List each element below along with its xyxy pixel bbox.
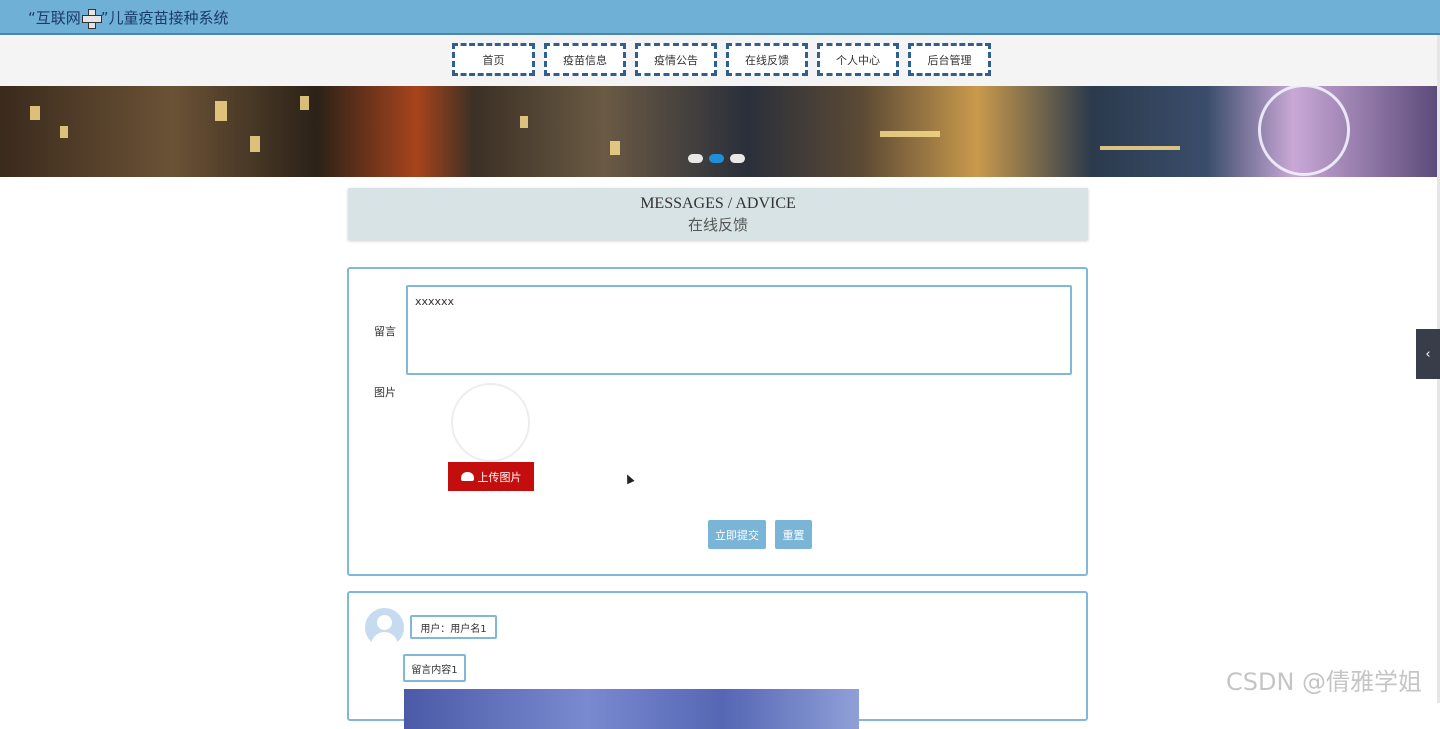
banner-decoration xyxy=(30,106,40,120)
nav-item-vaccine-info[interactable]: 疫苗信息 xyxy=(544,43,626,76)
nav-item-epidemic-notice[interactable]: 疫情公告 xyxy=(635,43,717,76)
banner-carousel[interactable] xyxy=(0,86,1437,177)
avatar-head xyxy=(377,615,392,630)
watermark-text: CSDN @倩雅学姐 xyxy=(1226,668,1423,696)
carousel-indicators xyxy=(688,154,745,163)
banner-decoration xyxy=(880,131,940,137)
message-textarea[interactable]: xxxxxx xyxy=(406,285,1072,375)
section-title-en: MESSAGES / ADVICE xyxy=(640,195,796,212)
cloud-upload-icon xyxy=(460,472,474,481)
message-user: 用户：用户名1 xyxy=(410,615,497,639)
banner-decoration xyxy=(60,126,68,138)
submit-button[interactable]: 立即提交 xyxy=(708,520,766,549)
banner-decoration xyxy=(300,96,309,110)
nav-item-home[interactable]: 首页 xyxy=(452,43,535,76)
image-label: 图片 xyxy=(374,386,396,399)
carousel-dot-1[interactable] xyxy=(688,154,703,163)
banner-decoration xyxy=(1100,146,1180,150)
site-title: “互联网 ”儿童疫苗接种系统 xyxy=(28,7,229,29)
upload-image-label: 上传图片 xyxy=(477,470,522,484)
main-navbar: 首页 疫苗信息 疫情公告 在线反馈 个人中心 后台管理 xyxy=(0,35,1440,86)
nav-item-admin[interactable]: 后台管理 xyxy=(908,43,991,76)
carousel-dot-2[interactable] xyxy=(709,154,724,163)
banner-decoration xyxy=(520,116,528,128)
nav-item-online-feedback[interactable]: 在线反馈 xyxy=(726,43,808,76)
site-title-suffix: ”儿童疫苗接种系统 xyxy=(100,9,229,27)
message-image xyxy=(404,689,859,729)
message-label: 留言 xyxy=(374,325,396,338)
chevron-left-icon: ‹ xyxy=(1425,346,1431,362)
upload-image-button[interactable]: 上传图片 xyxy=(448,462,534,491)
avatar-body xyxy=(371,632,398,647)
plus-cross-icon xyxy=(81,8,102,29)
section-heading: MESSAGES / ADVICE 在线反馈 xyxy=(348,188,1088,240)
banner-decoration xyxy=(250,136,260,152)
image-preview[interactable] xyxy=(451,383,530,462)
message-content: 留言内容1 xyxy=(403,654,466,682)
reset-button[interactable]: 重置 xyxy=(775,520,812,549)
section-title-cn: 在线反馈 xyxy=(687,216,748,234)
site-title-prefix: “互联网 xyxy=(28,9,81,27)
carousel-dot-3[interactable] xyxy=(730,154,745,163)
top-header: “互联网 ”儿童疫苗接种系统 xyxy=(0,0,1440,35)
message-item: 用户：用户名1 留言内容1 xyxy=(347,591,1088,729)
banner-decoration xyxy=(215,101,227,121)
sidebar-toggle-button[interactable]: ‹ xyxy=(1416,329,1440,379)
nav-item-personal-center[interactable]: 个人中心 xyxy=(817,43,899,76)
ferris-wheel-decoration xyxy=(1258,86,1350,176)
avatar xyxy=(365,608,404,647)
feedback-form: 留言 xxxxxx 图片 上传图片 立即提交 重置 xyxy=(347,267,1088,576)
banner-decoration xyxy=(610,141,620,155)
